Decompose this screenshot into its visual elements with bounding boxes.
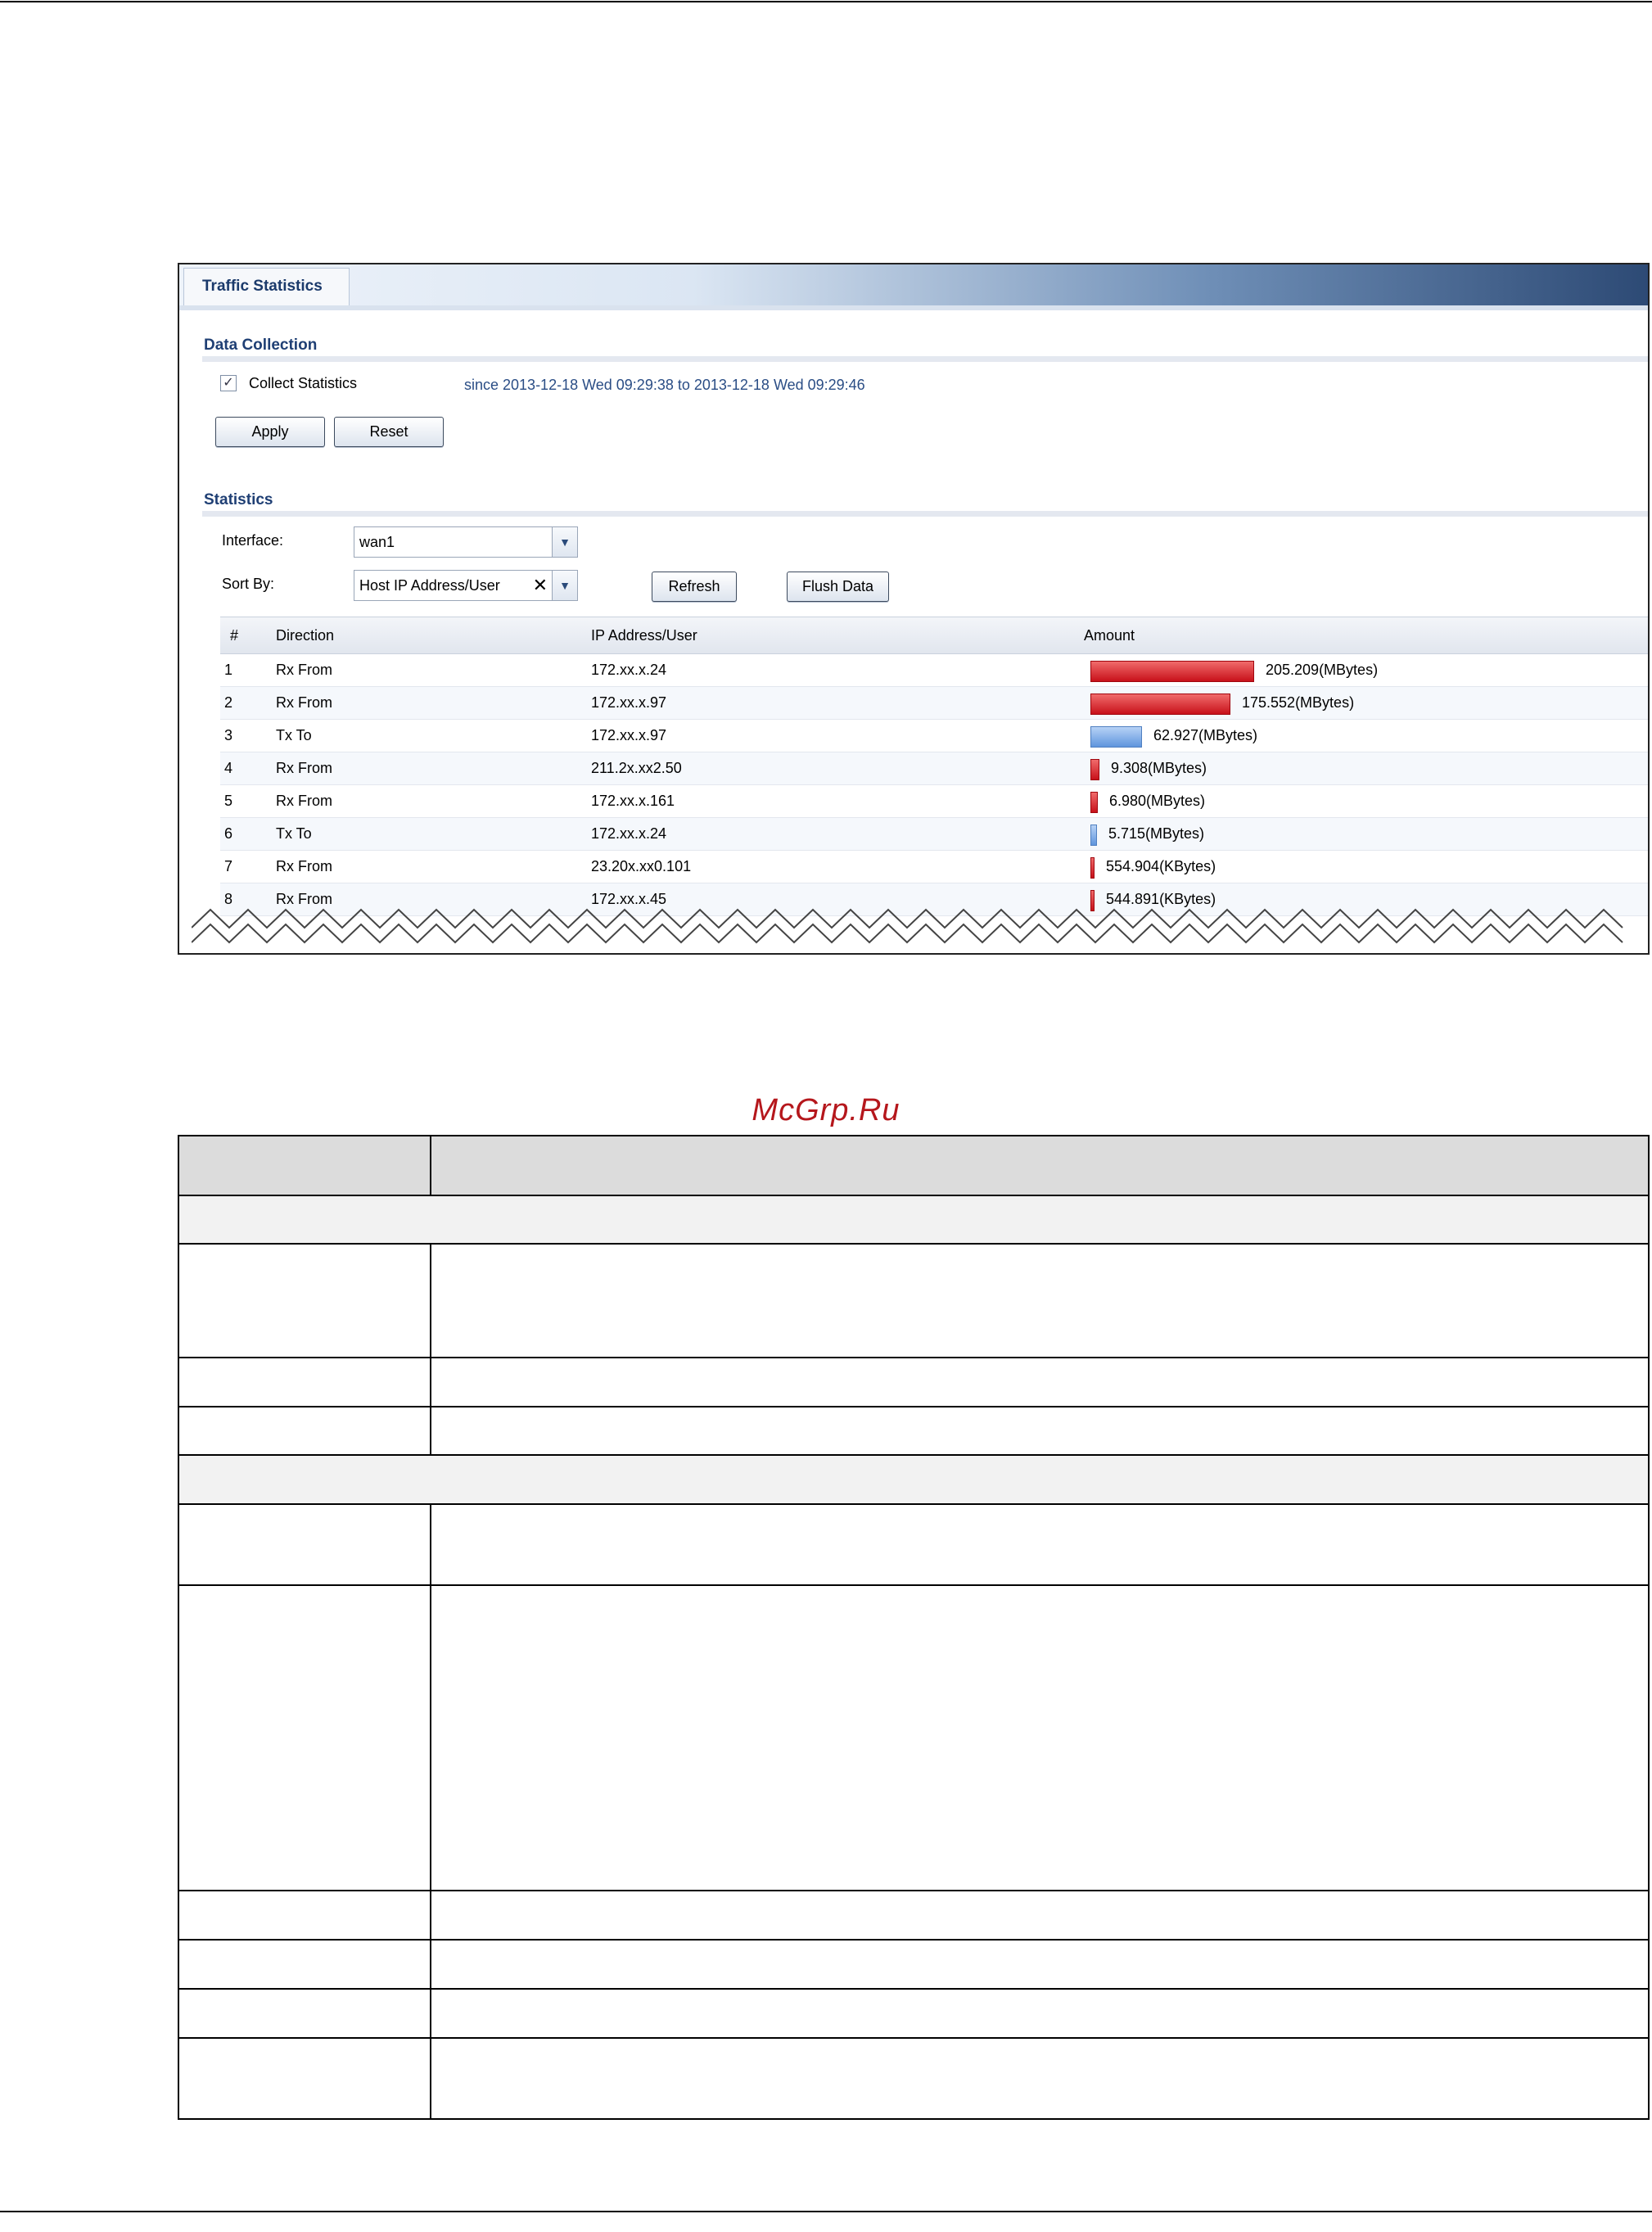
row-ip-address: 172.xx.x.24 bbox=[591, 662, 667, 678]
table-row: 6 Tx To 172.xx.x.24 5.715(MBytes) bbox=[220, 818, 1648, 851]
row-direction: Rx From bbox=[276, 858, 332, 874]
table-row: 7 Rx From 23.20x.xx0.101 554.904(KBytes) bbox=[220, 851, 1648, 883]
sort-by-value: Host IP Address/User bbox=[359, 577, 500, 594]
section-title-data-collection: Data Collection bbox=[204, 337, 318, 354]
amount-label: 175.552(MBytes) bbox=[1242, 694, 1355, 711]
amount-bar bbox=[1090, 792, 1098, 813]
collect-statistics-checkbox[interactable]: ✓ bbox=[220, 375, 237, 391]
tab-bar bbox=[179, 264, 1648, 305]
table-row: 2 Rx From 172.xx.x.97 175.552(MBytes) bbox=[220, 687, 1648, 720]
section-title-statistics: Statistics bbox=[204, 491, 273, 508]
table-section-row bbox=[179, 1196, 1648, 1245]
row-number: 3 bbox=[224, 727, 233, 743]
amount-label: 205.209(MBytes) bbox=[1266, 662, 1379, 678]
amount-label: 5.715(MBytes) bbox=[1108, 825, 1205, 842]
tab-traffic-statistics[interactable]: Traffic Statistics bbox=[183, 268, 350, 305]
chevron-down-icon[interactable]: ▼ bbox=[552, 571, 577, 600]
torn-edge-zigzag bbox=[192, 908, 1623, 944]
refresh-button[interactable]: Refresh bbox=[652, 572, 737, 602]
watermark: McGrp.Ru bbox=[752, 1093, 900, 1127]
top-rule bbox=[0, 1, 1652, 2]
interface-select[interactable]: wan1 ▼ bbox=[354, 526, 578, 558]
amount-label: 62.927(MBytes) bbox=[1153, 727, 1258, 743]
row-number: 1 bbox=[224, 662, 233, 678]
table-row bbox=[179, 1990, 1648, 2039]
amount-bar bbox=[1090, 726, 1142, 748]
row-ip-address: 23.20x.xx0.101 bbox=[591, 858, 692, 874]
interface-value: wan1 bbox=[359, 534, 395, 550]
table-row: 4 Rx From 211.2x.xx2.50 9.308(MBytes) bbox=[220, 752, 1648, 785]
section-divider bbox=[202, 511, 1648, 517]
row-ip-address: 172.xx.x.24 bbox=[591, 825, 667, 842]
amount-bar bbox=[1090, 857, 1095, 879]
flush-data-button[interactable]: Flush Data bbox=[787, 572, 889, 602]
table-row: 5 Rx From 172.xx.x.161 6.980(MBytes) bbox=[220, 785, 1648, 818]
statistics-table: # Direction IP Address/User Amount 1 Rx F… bbox=[220, 617, 1648, 916]
table-section-row bbox=[179, 1456, 1648, 1505]
row-number: 2 bbox=[224, 694, 233, 711]
reset-button[interactable]: Reset bbox=[334, 417, 444, 447]
apply-button[interactable]: Apply bbox=[215, 417, 325, 447]
description-table bbox=[178, 1135, 1650, 2120]
sort-by-select[interactable]: Host IP Address/User ✕ ▼ bbox=[354, 570, 578, 601]
traffic-statistics-screenshot: Traffic Statistics Data Collection ✓ Col… bbox=[178, 263, 1650, 955]
row-ip-address: 211.2x.xx2.50 bbox=[591, 760, 682, 776]
table-row bbox=[179, 1891, 1648, 1941]
amount-label: 554.904(KBytes) bbox=[1106, 858, 1216, 874]
column-header-amount[interactable]: Amount bbox=[1084, 617, 1135, 653]
close-icon[interactable]: ✕ bbox=[533, 571, 548, 600]
table-row bbox=[179, 1245, 1648, 1358]
table-header: # Direction IP Address/User Amount bbox=[220, 617, 1648, 654]
column-header-number[interactable]: # bbox=[230, 617, 238, 653]
amount-bar bbox=[1090, 759, 1099, 780]
interface-label: Interface: bbox=[222, 532, 284, 549]
row-direction: Rx From bbox=[276, 760, 332, 776]
bottom-rule bbox=[0, 2211, 1652, 2212]
amount-label: 6.980(MBytes) bbox=[1109, 793, 1206, 809]
row-ip-address: 172.xx.x.97 bbox=[591, 694, 667, 711]
row-direction: Tx To bbox=[276, 825, 312, 842]
table-row: 1 Rx From 172.xx.x.24 205.209(MBytes) bbox=[220, 654, 1648, 687]
column-header-direction[interactable]: Direction bbox=[276, 617, 334, 653]
section-divider bbox=[202, 356, 1648, 362]
table-row bbox=[179, 1407, 1648, 1456]
table-row bbox=[179, 1505, 1648, 1586]
table-row: 3 Tx To 172.xx.x.97 62.927(MBytes) bbox=[220, 720, 1648, 752]
row-direction: Rx From bbox=[276, 793, 332, 809]
row-number: 4 bbox=[224, 760, 233, 776]
amount-bar bbox=[1090, 694, 1230, 715]
table-row bbox=[179, 1586, 1648, 1891]
row-ip-address: 172.xx.x.161 bbox=[591, 793, 675, 809]
table-row bbox=[179, 2039, 1648, 2118]
chevron-down-icon[interactable]: ▼ bbox=[552, 527, 577, 557]
collect-statistics-label: Collect Statistics bbox=[249, 375, 358, 391]
table-header-row bbox=[179, 1136, 1648, 1196]
table-row bbox=[179, 1941, 1648, 1990]
collection-period-text: since 2013-12-18 Wed 09:29:38 to 2013-12… bbox=[464, 377, 865, 393]
row-direction: Tx To bbox=[276, 727, 312, 743]
row-number: 6 bbox=[224, 825, 233, 842]
sort-by-label: Sort By: bbox=[222, 576, 275, 592]
column-header-ip[interactable]: IP Address/User bbox=[591, 617, 697, 653]
amount-bar bbox=[1090, 825, 1097, 846]
table-row bbox=[179, 1358, 1648, 1407]
amount-label: 9.308(MBytes) bbox=[1111, 760, 1207, 776]
row-number: 5 bbox=[224, 793, 233, 809]
amount-bar bbox=[1090, 661, 1254, 682]
row-number: 7 bbox=[224, 858, 233, 874]
row-ip-address: 172.xx.x.97 bbox=[591, 727, 667, 743]
table-body: 1 Rx From 172.xx.x.24 205.209(MBytes) 2 Rx Fr… bbox=[220, 654, 1648, 916]
row-direction: Rx From bbox=[276, 694, 332, 711]
row-direction: Rx From bbox=[276, 662, 332, 678]
tab-underline bbox=[179, 305, 1648, 310]
